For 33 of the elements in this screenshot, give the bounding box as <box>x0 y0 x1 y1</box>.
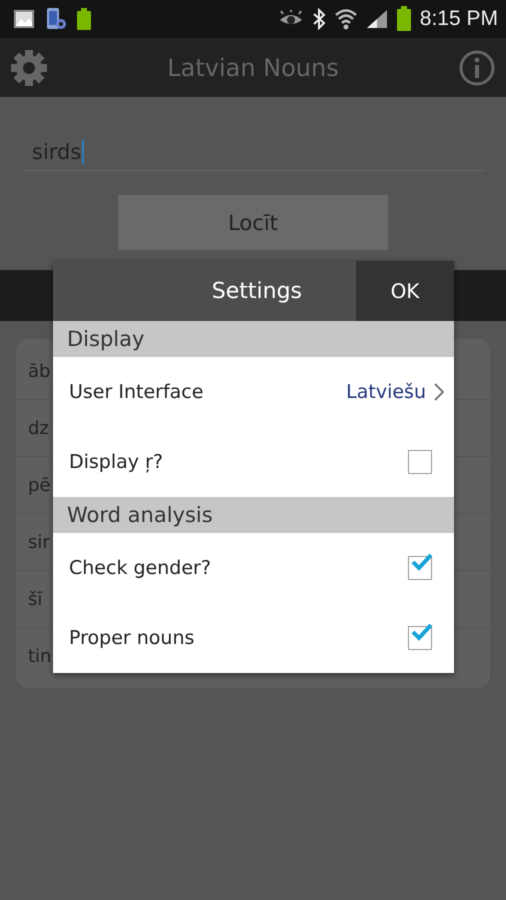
image-icon <box>12 8 36 30</box>
section-header: Display <box>53 321 454 357</box>
setting-label: Proper nouns <box>69 627 194 649</box>
info-icon[interactable] <box>458 48 496 86</box>
result-item[interactable]: pē <box>28 474 50 496</box>
signal-icon <box>366 9 388 29</box>
decline-button[interactable]: Locīt <box>118 195 388 250</box>
bluetooth-icon <box>312 8 326 30</box>
setting-label: Check gender? <box>69 557 211 579</box>
checkbox[interactable] <box>408 626 432 650</box>
battery-icon <box>76 7 92 31</box>
checkmark-icon <box>411 553 433 571</box>
checkmark-icon <box>411 623 433 641</box>
checkbox[interactable] <box>408 450 432 474</box>
settings-icon[interactable] <box>10 48 48 86</box>
language-choice[interactable]: Latviešu <box>346 381 444 403</box>
result-item[interactable]: āb <box>28 360 50 382</box>
result-item[interactable]: tin <box>28 646 52 666</box>
phone-gear-icon <box>44 7 68 31</box>
setting-label: Display ŗ? <box>69 451 163 473</box>
dialog-title: Settings <box>210 278 303 306</box>
app-title: Latvian Nouns <box>167 54 339 82</box>
checkbox[interactable] <box>408 556 432 580</box>
result-item[interactable]: dz <box>28 418 49 438</box>
ok-button[interactable]: OK <box>356 261 454 321</box>
result-item[interactable]: šī <box>28 588 42 610</box>
status-time: 8:15 PM <box>420 7 498 31</box>
section-header: Word analysis <box>53 497 454 533</box>
battery-icon <box>396 6 412 32</box>
chevron-icon <box>434 383 444 401</box>
wifi-icon <box>334 8 358 30</box>
setting-label: User Interface <box>69 381 204 403</box>
result-item[interactable]: sir <box>28 532 50 552</box>
